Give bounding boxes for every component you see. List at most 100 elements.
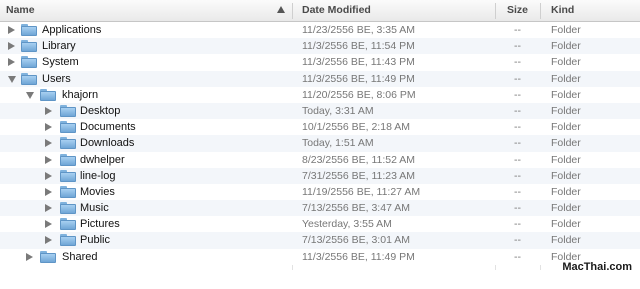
table-row[interactable]: Users 11/3/2556 BE, 11:49 PM -- Folder <box>0 70 640 87</box>
row-name: Movies <box>80 185 115 198</box>
table-row[interactable]: line-log 7/31/2556 BE, 11:23 AM -- Folder <box>0 167 640 184</box>
disclosure-collapsed-icon[interactable] <box>26 252 33 261</box>
row-kind: Folder <box>551 153 581 166</box>
column-header-kind[interactable]: Kind <box>551 0 574 21</box>
watermark-text: MacThai.com <box>562 261 632 273</box>
folder-icon <box>21 56 37 69</box>
row-date-modified: Today, 1:51 AM <box>302 137 374 150</box>
row-date-modified: 7/31/2556 BE, 11:23 AM <box>302 169 416 182</box>
row-kind: Folder <box>551 218 581 231</box>
row-name: khajorn <box>62 88 99 101</box>
file-list: Applications 11/23/2556 BE, 3:35 AM -- Fold… <box>0 22 640 265</box>
row-name: Desktop <box>80 104 121 117</box>
disclosure-collapsed-icon[interactable] <box>8 42 15 51</box>
disclosure-collapsed-icon[interactable] <box>45 204 52 213</box>
row-date-modified: 7/13/2556 BE, 3:47 AM <box>302 202 410 215</box>
table-row[interactable]: dwhelper 8/23/2556 BE, 11:52 AM -- Folder <box>0 151 640 168</box>
folder-icon <box>40 250 56 263</box>
table-row[interactable]: Shared 11/3/2556 BE, 11:49 PM -- Folder <box>0 248 640 265</box>
disclosure-expanded-icon[interactable] <box>26 91 34 99</box>
column-divider[interactable] <box>495 3 496 19</box>
row-name: Documents <box>80 121 136 134</box>
disclosure-collapsed-icon[interactable] <box>45 171 52 180</box>
row-size: -- <box>514 121 521 134</box>
row-date-modified: 11/3/2556 BE, 11:43 PM <box>302 56 415 69</box>
row-kind: Folder <box>551 169 581 182</box>
row-date-modified: 10/1/2556 BE, 2:18 AM <box>302 121 410 134</box>
disclosure-collapsed-icon[interactable] <box>45 187 52 196</box>
row-kind: Folder <box>551 40 581 53</box>
folder-icon <box>60 121 76 134</box>
row-date-modified: 8/23/2556 BE, 11:52 AM <box>302 153 416 166</box>
table-row[interactable]: Applications 11/23/2556 BE, 3:35 AM -- Fold… <box>0 22 640 39</box>
row-kind: Folder <box>551 202 581 215</box>
disclosure-collapsed-icon[interactable] <box>8 58 15 67</box>
row-kind: Folder <box>551 137 581 150</box>
row-date-modified: 11/19/2556 BE, 11:27 AM <box>302 185 421 198</box>
sort-ascending-icon[interactable] <box>277 6 285 13</box>
row-kind: Folder <box>551 185 581 198</box>
disclosure-collapsed-icon[interactable] <box>45 123 52 132</box>
row-date-modified: 11/3/2556 BE, 11:54 PM <box>302 40 415 53</box>
table-row[interactable]: Public 7/13/2556 BE, 3:01 AM -- Folder <box>0 232 640 249</box>
row-size: -- <box>514 153 521 166</box>
folder-icon <box>21 72 37 85</box>
disclosure-collapsed-icon[interactable] <box>45 155 52 164</box>
table-row[interactable]: khajorn 11/20/2556 BE, 8:06 PM -- Folder <box>0 86 640 103</box>
row-size: -- <box>514 169 521 182</box>
row-kind: Folder <box>551 24 581 36</box>
disclosure-collapsed-icon[interactable] <box>45 106 52 115</box>
row-name: Shared <box>62 250 98 263</box>
row-name: System <box>42 56 79 69</box>
disclosure-collapsed-icon[interactable] <box>45 236 52 245</box>
folder-icon <box>60 169 76 182</box>
row-size: -- <box>514 40 521 53</box>
disclosure-collapsed-icon[interactable] <box>8 26 15 34</box>
row-size: -- <box>514 56 521 69</box>
row-date-modified: 11/23/2556 BE, 3:35 AM <box>302 24 416 36</box>
row-name: Music <box>80 202 109 215</box>
folder-icon <box>60 234 76 247</box>
row-size: -- <box>514 137 521 150</box>
column-divider[interactable] <box>292 3 293 19</box>
disclosure-expanded-icon[interactable] <box>8 75 16 83</box>
disclosure-collapsed-icon[interactable] <box>45 220 52 229</box>
table-row[interactable]: System 11/3/2556 BE, 11:43 PM -- Folder <box>0 54 640 71</box>
column-header-size[interactable]: Size <box>507 0 528 21</box>
column-header-date-modified[interactable]: Date Modified <box>302 0 371 21</box>
row-name: Applications <box>42 24 102 36</box>
row-date-modified: 11/3/2556 BE, 11:49 PM <box>302 72 415 85</box>
folder-icon <box>21 40 37 53</box>
row-size: -- <box>514 72 521 85</box>
column-divider[interactable] <box>540 3 541 19</box>
disclosure-collapsed-icon[interactable] <box>45 139 52 148</box>
row-date-modified: Yesterday, 3:55 AM <box>302 218 392 231</box>
row-size: -- <box>514 88 521 101</box>
folder-icon <box>60 218 76 231</box>
folder-icon <box>21 24 37 36</box>
table-row[interactable]: Downloads Today, 1:51 AM -- Folder <box>0 135 640 152</box>
row-name: Pictures <box>80 218 120 231</box>
table-row[interactable]: Desktop Today, 3:31 AM -- Folder <box>0 102 640 120</box>
table-row[interactable]: Pictures Yesterday, 3:55 AM -- Folder <box>0 216 640 233</box>
row-size: -- <box>514 250 521 263</box>
row-name: Public <box>80 234 110 247</box>
row-name: Users <box>42 72 71 85</box>
row-date-modified: 7/13/2556 BE, 3:01 AM <box>302 234 410 247</box>
row-size: -- <box>514 185 521 198</box>
table-row[interactable]: Documents 10/1/2556 BE, 2:18 AM -- Folder <box>0 119 640 136</box>
row-name: Library <box>42 40 76 53</box>
row-size: -- <box>514 24 521 36</box>
folder-icon <box>60 153 76 166</box>
column-header-name[interactable]: Name <box>6 0 35 21</box>
row-date-modified: 11/20/2556 BE, 8:06 PM <box>302 88 416 101</box>
row-date-modified: 11/3/2556 BE, 11:49 PM <box>302 250 415 263</box>
row-date-modified: Today, 3:31 AM <box>302 104 374 117</box>
column-header-bar: Name Date Modified Size Kind <box>0 0 640 22</box>
row-kind: Folder <box>551 88 581 101</box>
table-row[interactable]: Music 7/13/2556 BE, 3:47 AM -- Folder <box>0 200 640 217</box>
table-row[interactable]: Library 11/3/2556 BE, 11:54 PM -- Folder <box>0 38 640 55</box>
table-row[interactable]: Movies 11/19/2556 BE, 11:27 AM -- Folder <box>0 183 640 201</box>
row-size: -- <box>514 218 521 231</box>
row-name: Downloads <box>80 137 135 150</box>
